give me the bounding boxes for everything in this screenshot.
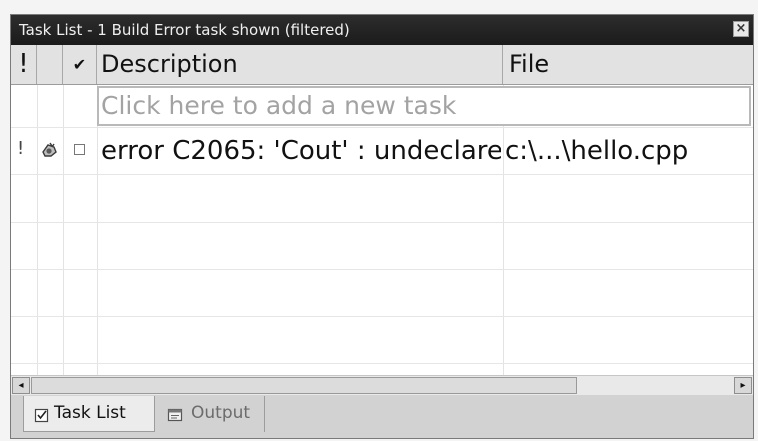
task-file: c:\...\hello.cpp [505,136,689,166]
close-icon[interactable]: × [733,21,749,37]
task-row[interactable]: ! error C2065: 'Cout' : undeclared ident… [11,128,753,174]
window-title: Task List - 1 Build Error task shown (fi… [19,21,350,39]
column-header-description[interactable]: Description [97,45,503,84]
grid-row-line [11,363,753,364]
task-list-icon [34,407,50,423]
new-task-input[interactable]: Click here to add a new task [97,86,751,126]
tab-label: Output [191,403,251,423]
grid-row-line [11,316,753,317]
output-icon [167,407,183,423]
build-error-icon [39,140,59,160]
bottom-tab-strip: Task List Output [11,395,753,438]
column-header-file[interactable]: File [503,45,753,84]
window-titlebar: Task List - 1 Build Error task shown (fi… [11,15,753,45]
grid-row-line [11,222,753,223]
grid-row-line [11,174,753,175]
tab-label: Task List [54,403,126,423]
column-header-checked[interactable]: ✔ [63,45,97,84]
task-description: error C2065: 'Cout' : undeclared identif… [101,136,501,166]
horizontal-scrollbar[interactable]: ◂ ▸ [11,375,753,395]
tab-task-list[interactable]: Task List [23,396,155,432]
task-list-window: Task List - 1 Build Error task shown (fi… [10,14,754,439]
tab-output[interactable]: Output [157,396,265,432]
column-header-category[interactable] [37,45,63,84]
scroll-right-icon[interactable]: ▸ [734,377,752,394]
scrollbar-thumb[interactable] [31,377,577,394]
scroll-left-icon[interactable]: ◂ [12,377,30,394]
column-header-priority[interactable]: ! [11,45,37,84]
column-header-row: ! ✔ Description File [11,45,753,85]
task-priority: ! [17,138,25,159]
task-grid: ! ✔ Description File Click here to add a… [11,45,753,375]
grid-row-line [11,269,753,270]
task-checkbox[interactable] [74,144,85,155]
